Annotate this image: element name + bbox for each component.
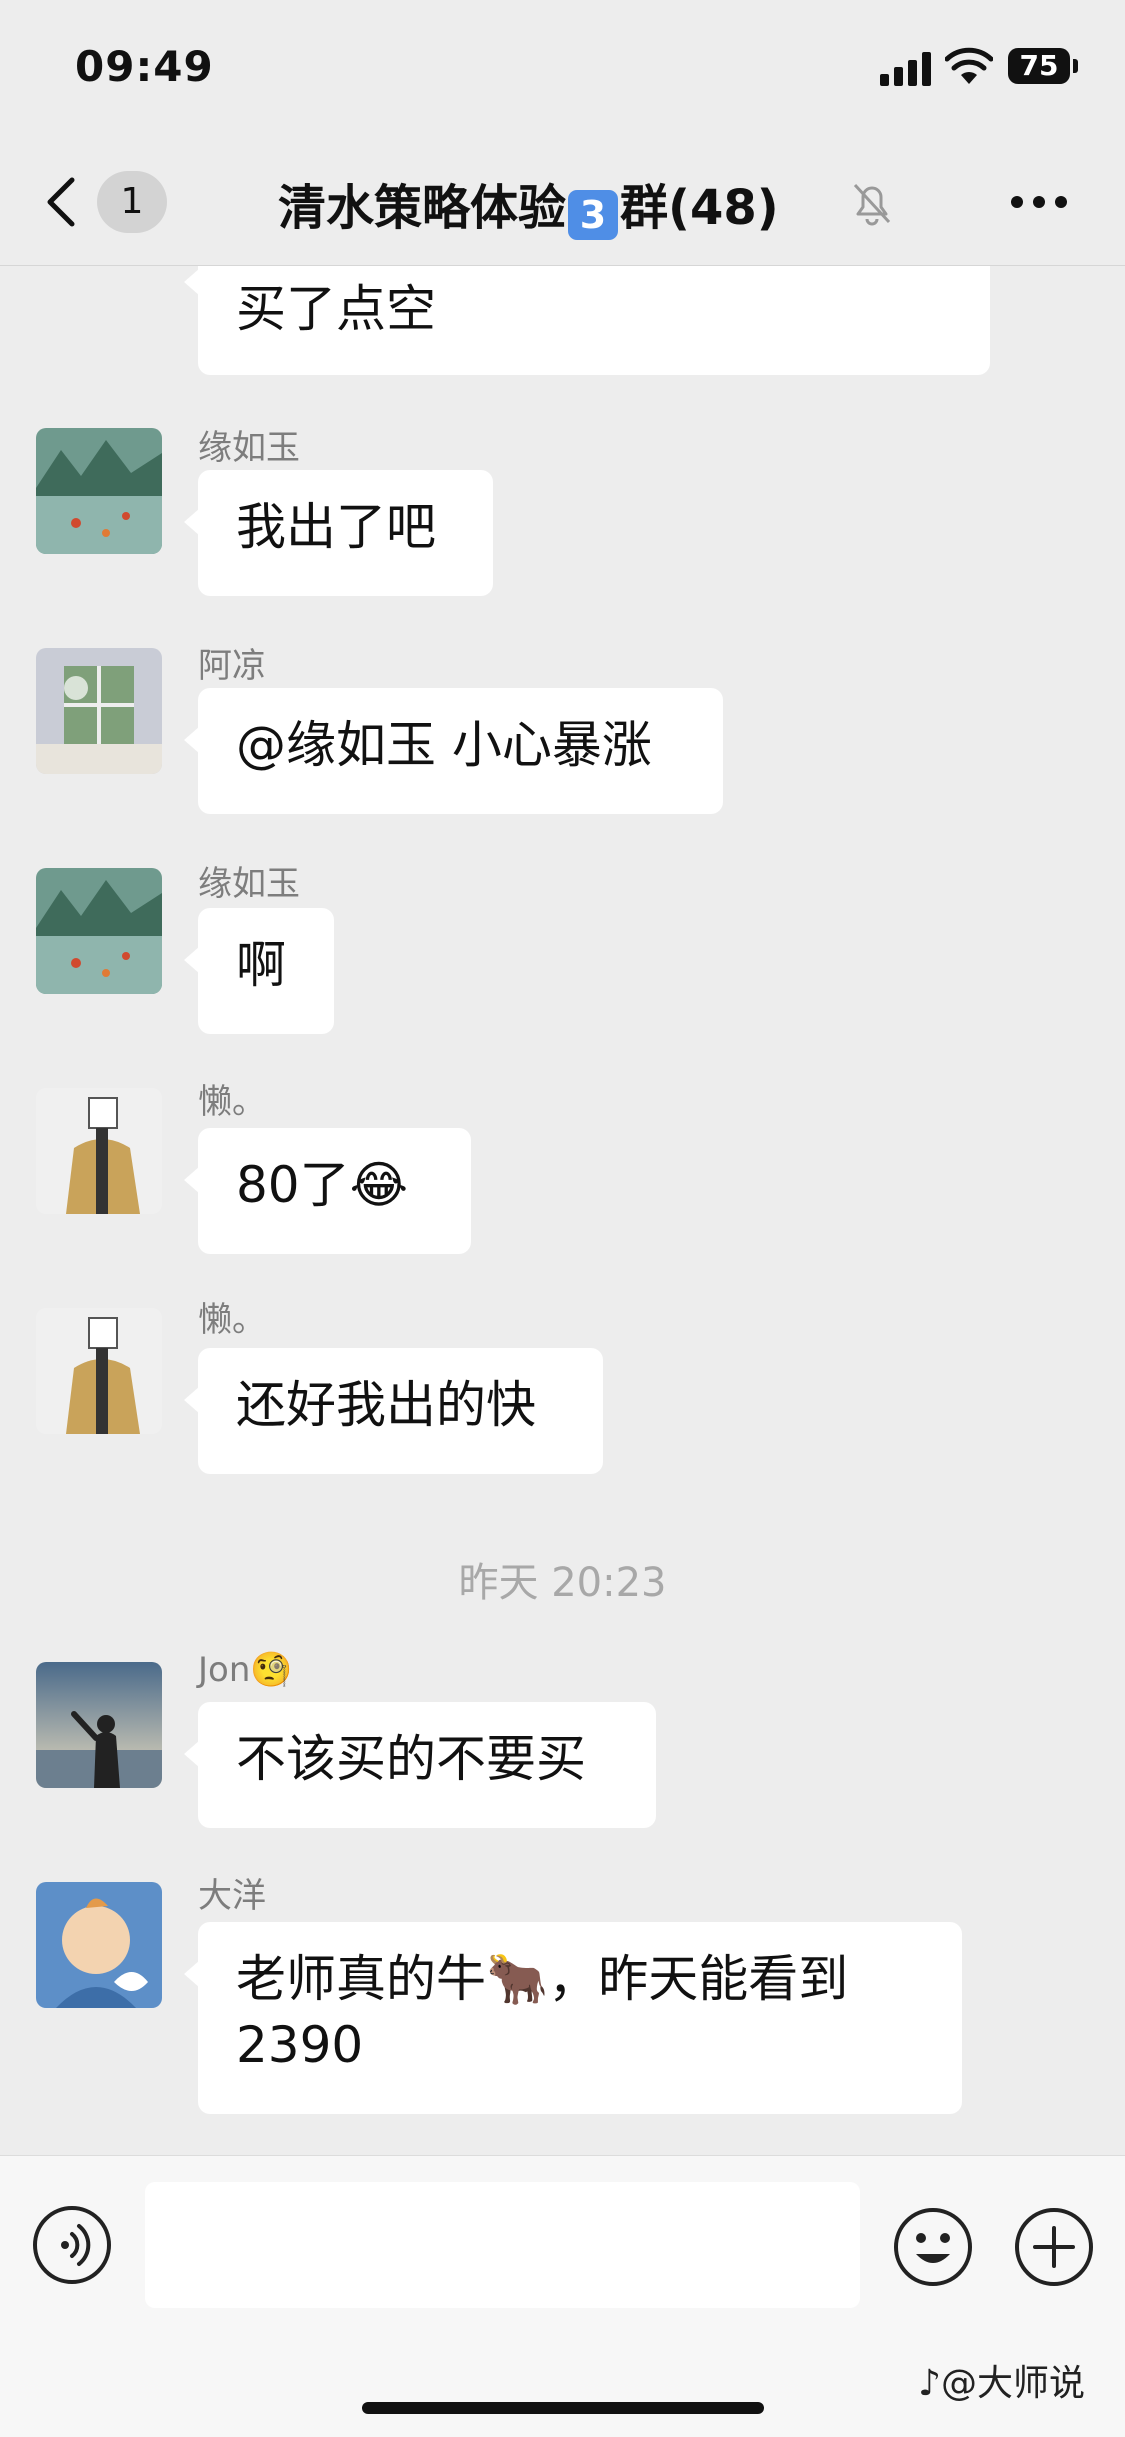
message-text: 不该买的不要买 <box>236 1730 586 1788</box>
sunset-person-avatar-image <box>36 1662 162 1788</box>
message-text: 买了点空 <box>236 280 436 338</box>
message-text: 80了😂 <box>236 1156 409 1214</box>
sender-name: 缘如玉 <box>198 864 300 904</box>
chat-header: 1 清水策略体验 3 群(48) <box>0 140 1125 266</box>
plus-icon[interactable] <box>1013 2206 1095 2288</box>
input-bar: ♪@大师说 <box>0 2155 1125 2437</box>
sender-name: 懒。 <box>198 1082 266 1122</box>
avatar[interactable] <box>36 648 162 774</box>
message-bubble[interactable]: 啊 <box>184 908 334 1034</box>
message-bubble[interactable]: @缘如玉 小心暴涨 <box>184 688 723 814</box>
message-text: 啊 <box>236 936 286 994</box>
status-time: 09:49 <box>75 42 214 91</box>
message-text: @缘如玉 小心暴涨 <box>236 716 652 774</box>
window-avatar-image <box>36 648 162 774</box>
battery-indicator: 75 <box>1008 48 1078 84</box>
back-arrow-icon[interactable] <box>40 174 84 230</box>
muted-bell-icon <box>853 183 891 226</box>
chat-title: 清水策略体验 3 群(48) <box>278 168 779 240</box>
chat-title-suffix: 群(48) <box>620 180 779 236</box>
timestamp-divider: 昨天 20:23 <box>458 1560 667 1606</box>
avatar[interactable] <box>36 428 162 554</box>
sender-name: 阿凉 <box>198 646 266 686</box>
sender-name: Jon🧐 <box>198 1650 293 1690</box>
message-bubble[interactable]: 还好我出的快 <box>184 1348 603 1474</box>
voice-input-icon[interactable] <box>33 2206 111 2284</box>
cartoon-avatar-image <box>36 1882 162 2008</box>
message-input[interactable] <box>145 2182 860 2308</box>
avatar[interactable] <box>36 868 162 994</box>
landscape-avatar-image <box>36 868 162 994</box>
chat-title-prefix: 清水策略体验 <box>278 180 567 236</box>
cellular-signal-icon <box>880 52 932 86</box>
message-bubble[interactable]: 80了😂 <box>184 1128 471 1254</box>
emoji-icon[interactable] <box>892 2206 974 2288</box>
sender-name: 缘如玉 <box>198 428 300 468</box>
sender-name: 懒。 <box>198 1300 266 1340</box>
landscape-avatar-image <box>36 428 162 554</box>
sender-name: 大洋 <box>198 1876 266 1916</box>
avatar[interactable] <box>36 1308 162 1434</box>
avatar[interactable] <box>36 1088 162 1214</box>
status-bar: 09:49 75 <box>0 0 1125 140</box>
avatar[interactable] <box>36 1662 162 1788</box>
message-text: 我出了吧 <box>236 498 436 556</box>
home-indicator <box>362 2402 764 2414</box>
message-text-line: 老师真的牛🐂，昨天能看到 <box>236 1950 849 2008</box>
message-text-line: 2390 <box>236 2016 364 2074</box>
message-text: 还好我出的快 <box>236 1376 536 1434</box>
more-options-icon[interactable] <box>1010 195 1068 209</box>
wifi-icon <box>945 47 993 84</box>
avatar[interactable] <box>36 1882 162 2008</box>
boxhead-avatar-image <box>36 1088 162 1214</box>
boxhead-avatar-image <box>36 1308 162 1434</box>
keycap-three-badge: 3 <box>568 190 619 240</box>
message-bubble[interactable]: 不该买的不要买 <box>184 1702 656 1828</box>
unread-count-badge[interactable]: 1 <box>97 171 167 233</box>
message-bubble[interactable]: 我出了吧 <box>184 470 493 596</box>
message-bubble[interactable]: 老师真的牛🐂，昨天能看到 2390 <box>184 1922 962 2114</box>
watermark: ♪@大师说 <box>918 2363 1085 2404</box>
